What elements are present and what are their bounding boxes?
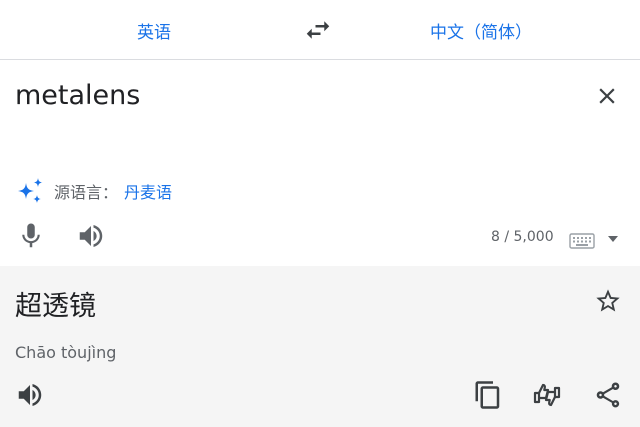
swap-arrows-icon xyxy=(306,21,330,39)
share-translation-button[interactable] xyxy=(593,380,623,410)
listen-source-button[interactable] xyxy=(76,221,106,251)
sparkle-icon xyxy=(18,178,43,203)
keyboard-icon xyxy=(569,233,595,249)
source-language-button[interactable]: 英语 xyxy=(137,18,171,43)
microphone-icon xyxy=(22,223,40,248)
copy-icon xyxy=(475,381,500,409)
translation-result-panel: 超透镜 Chāo tòujìng xyxy=(0,266,640,427)
translation-text: 超透镜 xyxy=(15,291,96,322)
transliteration-text: Chāo tòujìng xyxy=(15,343,117,362)
speaker-icon xyxy=(79,225,103,247)
feedback-icon xyxy=(533,383,561,407)
listen-translation-button[interactable] xyxy=(15,380,45,410)
character-counter: 8 / 5,000 xyxy=(491,229,554,245)
close-icon xyxy=(599,88,615,104)
source-text-input[interactable]: metalens xyxy=(15,80,140,111)
language-bar: 英语 中文（简体） xyxy=(0,0,640,60)
speaker-icon xyxy=(18,384,42,406)
detected-language-prefix: 源语言： xyxy=(54,183,119,202)
detected-language-row: 源语言： 丹麦语 xyxy=(15,176,172,206)
star-outline-icon xyxy=(596,289,620,312)
voice-input-button[interactable] xyxy=(16,221,46,251)
clear-input-button[interactable] xyxy=(594,83,620,109)
triangle-down-icon xyxy=(608,236,618,242)
detected-language-link[interactable]: 丹麦语 xyxy=(124,179,172,203)
rate-translation-button[interactable] xyxy=(532,380,562,410)
share-icon xyxy=(596,382,620,408)
save-translation-button[interactable] xyxy=(594,287,622,315)
swap-languages-button[interactable] xyxy=(303,15,333,45)
keyboard-button[interactable] xyxy=(569,233,595,249)
copy-translation-button[interactable] xyxy=(473,380,503,410)
target-language-button[interactable]: 中文（简体） xyxy=(430,18,532,43)
keyboard-menu-button[interactable] xyxy=(606,234,620,244)
